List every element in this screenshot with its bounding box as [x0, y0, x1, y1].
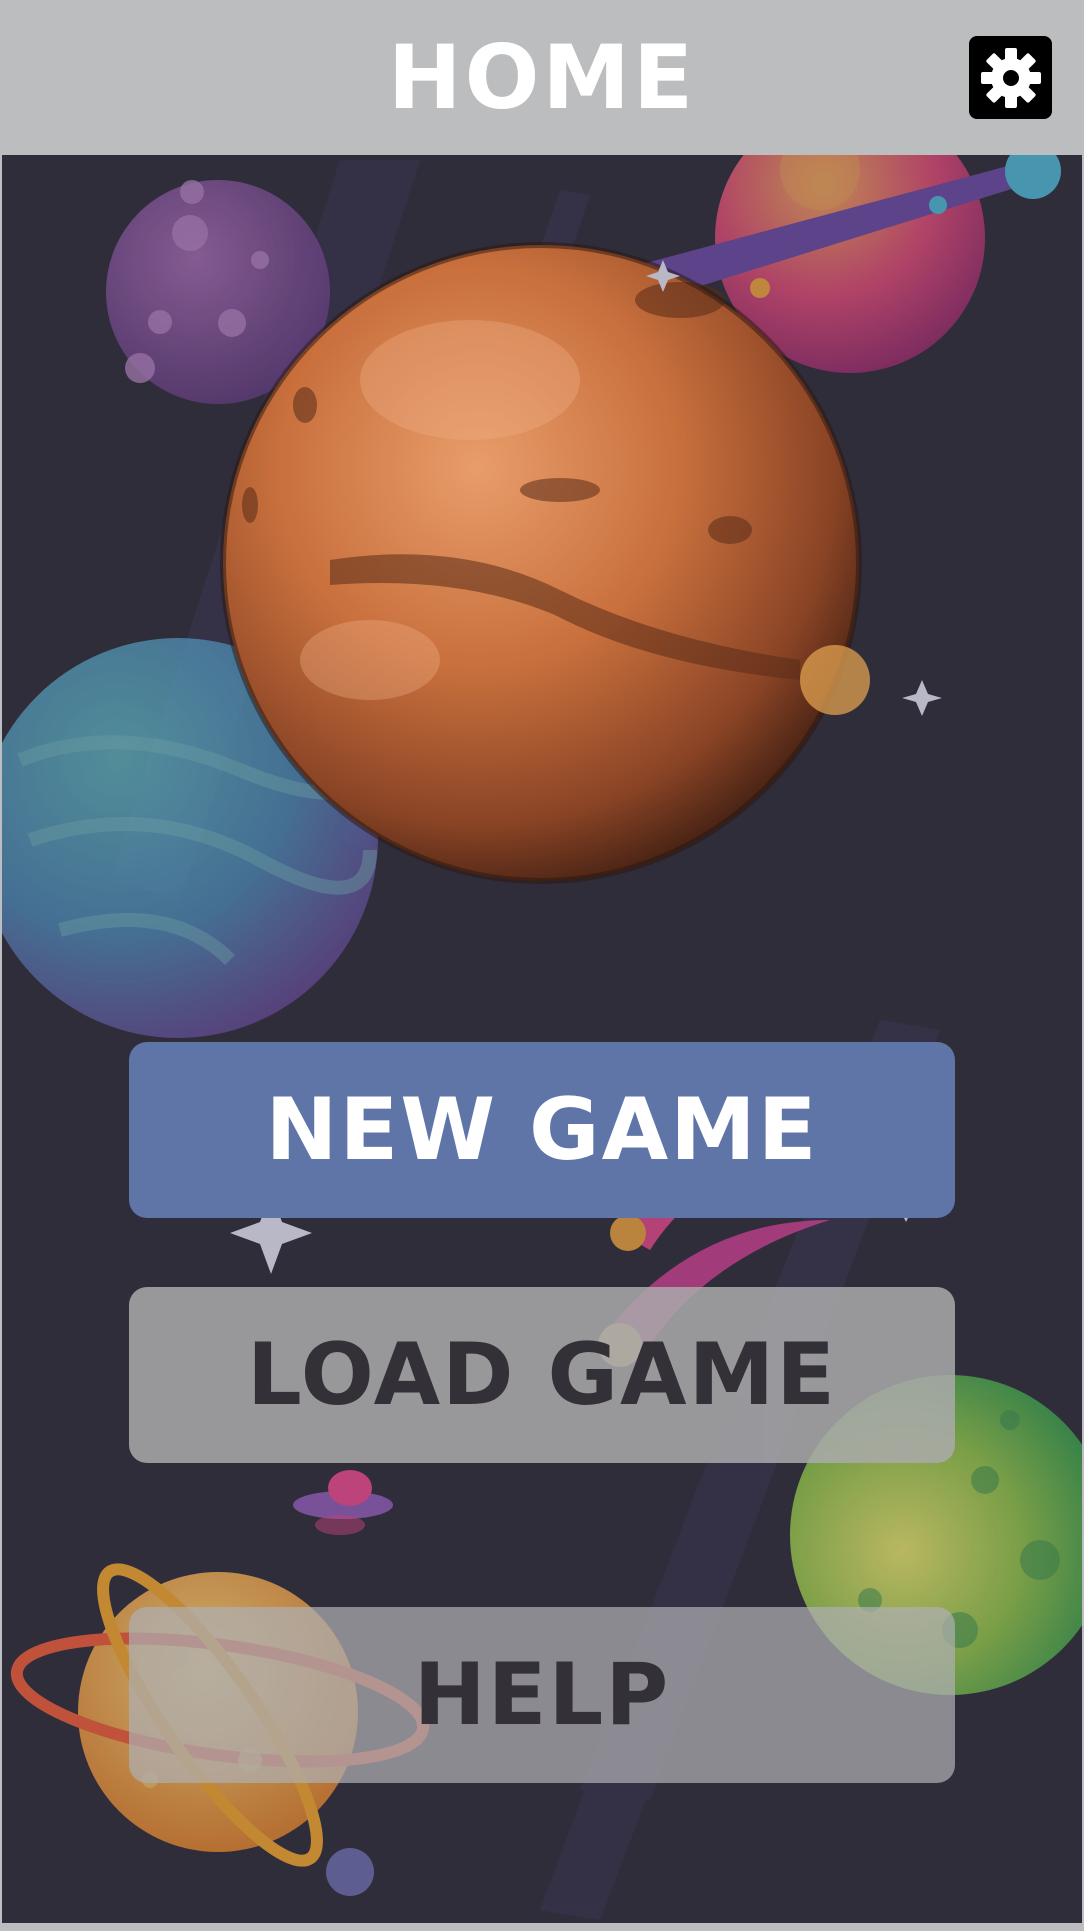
- mars-planet: [220, 242, 862, 884]
- home-screen: HOME NEW GAME LOAD GAME HELP: [0, 0, 1084, 1931]
- settings-button[interactable]: [969, 36, 1052, 119]
- header-bar: HOME: [0, 0, 1084, 155]
- help-button[interactable]: HELP: [129, 1607, 955, 1783]
- page-title: HOME: [387, 26, 697, 129]
- bottom-border: [0, 1923, 1084, 1931]
- new-game-button[interactable]: NEW GAME: [129, 1042, 955, 1218]
- gear-icon: [980, 47, 1041, 108]
- load-game-button[interactable]: LOAD GAME: [129, 1287, 955, 1463]
